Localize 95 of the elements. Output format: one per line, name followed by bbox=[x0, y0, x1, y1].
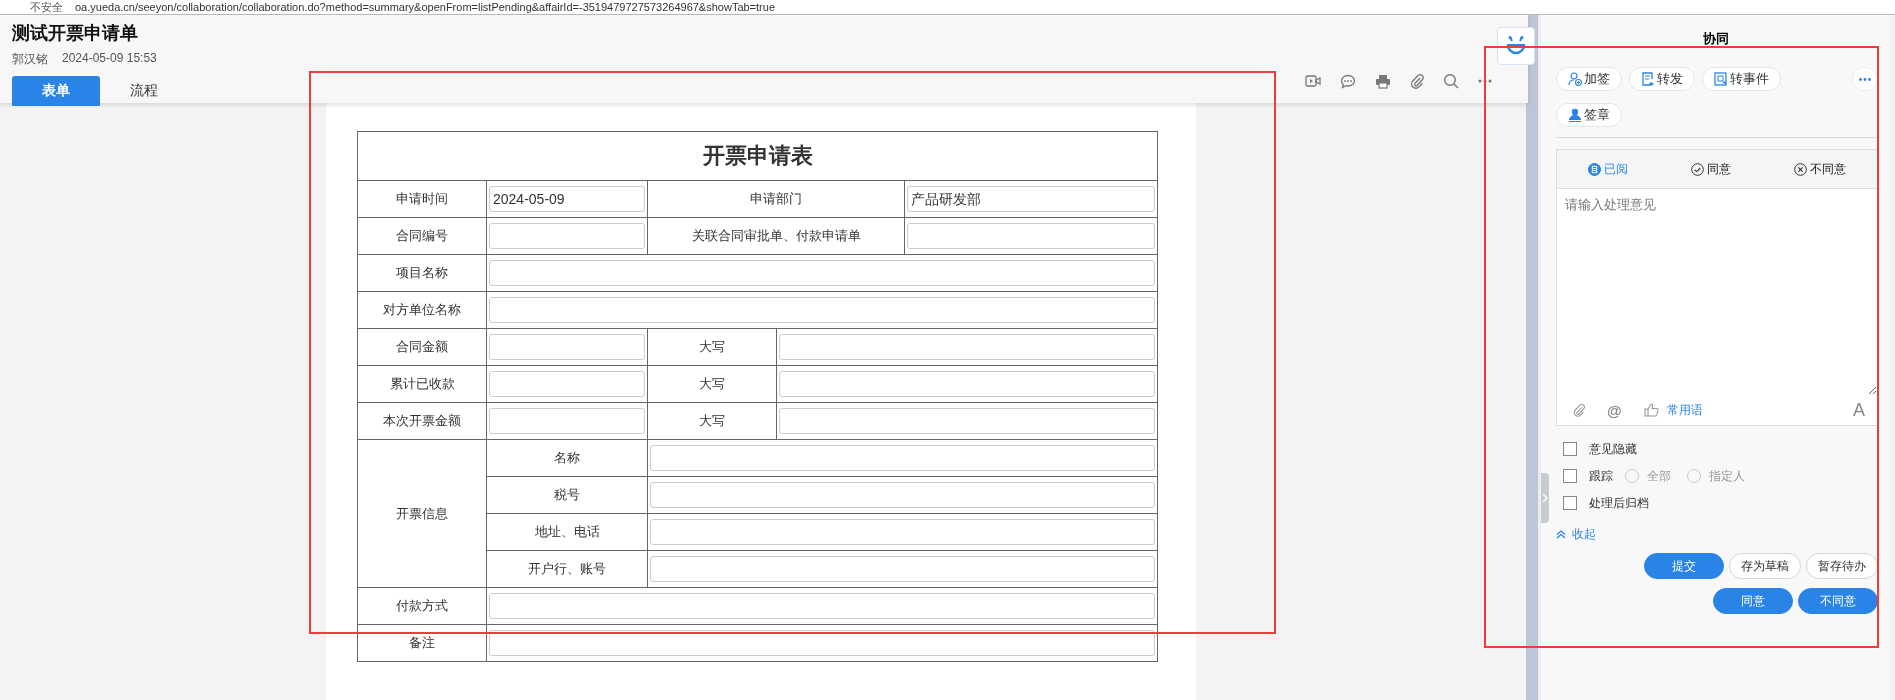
checkbox-label: 跟踪 bbox=[1589, 467, 1613, 485]
field-label: 合同金额 bbox=[357, 328, 487, 366]
input-field[interactable]: 2024-05-09 bbox=[489, 186, 645, 212]
action-button[interactable]: 不同意 bbox=[1798, 588, 1878, 614]
user-icon bbox=[1568, 108, 1582, 122]
paperclip-icon[interactable] bbox=[1573, 403, 1585, 417]
field-label: 申请时间 bbox=[357, 180, 487, 218]
more-icon[interactable] bbox=[1478, 79, 1492, 83]
input-field[interactable] bbox=[489, 223, 645, 249]
input-field[interactable] bbox=[489, 260, 1155, 286]
input-field[interactable] bbox=[489, 297, 1155, 323]
field-label: 地址、电话 bbox=[486, 513, 648, 551]
input-field[interactable] bbox=[650, 482, 1155, 508]
field-label: 大写 bbox=[647, 328, 777, 366]
collapse-link[interactable]: 收起 bbox=[1556, 526, 1596, 543]
action-button[interactable]: 暂存待办 bbox=[1806, 553, 1878, 579]
action-button[interactable]: 转事件 bbox=[1702, 67, 1781, 91]
form-title: 开票申请表 bbox=[357, 131, 1158, 181]
check-circle-icon bbox=[1691, 162, 1704, 176]
phrases-link[interactable]: 常用语 bbox=[1666, 401, 1703, 419]
input-field[interactable] bbox=[779, 371, 1155, 397]
checkbox[interactable] bbox=[1563, 496, 1577, 510]
document-link-icon bbox=[1714, 72, 1728, 86]
action-button[interactable]: 同意 bbox=[1713, 588, 1793, 614]
field-label: 申请部门 bbox=[647, 180, 905, 218]
scrollbar[interactable] bbox=[1526, 15, 1538, 700]
field-label: 大写 bbox=[647, 365, 777, 403]
address-bar[interactable]: 不安全 oa.yueda.cn/seeyon/collaboration/collaboration.do?method=summary&openFrom=listPending&affairId=-3519479727573264967&showTab=true bbox=[0, 0, 1895, 15]
tab[interactable]: 流程 bbox=[100, 76, 188, 106]
radio-label: 全部 bbox=[1647, 467, 1671, 485]
checkbox-label: 意见隐藏 bbox=[1589, 440, 1637, 458]
search-icon[interactable] bbox=[1443, 73, 1459, 89]
security-label: 不安全 bbox=[30, 1, 63, 13]
url-text: oa.yueda.cn/seeyon/collaboration/collaboration.do?method=summary&openFrom=listPending&affairId=-3519479727573264967&showTab=true bbox=[75, 1, 775, 13]
document-circle-icon bbox=[1588, 162, 1602, 176]
user-plus-icon bbox=[1568, 72, 1582, 86]
input-field[interactable] bbox=[650, 556, 1155, 582]
field-label: 合同编号 bbox=[357, 217, 487, 255]
author-name: 郭汉铭 bbox=[12, 51, 48, 68]
assistant-button[interactable] bbox=[1497, 27, 1535, 65]
input-field[interactable] bbox=[907, 223, 1155, 249]
document-title: 测试开票申请单 bbox=[12, 22, 139, 45]
field-label: 大写 bbox=[647, 402, 777, 440]
double-chevron-up-icon bbox=[1556, 530, 1566, 539]
field-label: 付款方式 bbox=[357, 587, 487, 625]
input-field[interactable] bbox=[489, 630, 1155, 656]
tab[interactable]: 表单 bbox=[12, 76, 100, 106]
action-button[interactable]: 签章 bbox=[1556, 103, 1622, 127]
field-label: 本次开票金额 bbox=[357, 402, 487, 440]
field-label: 项目名称 bbox=[357, 254, 487, 292]
input-field[interactable] bbox=[650, 445, 1155, 471]
input-field[interactable] bbox=[489, 408, 645, 434]
action-button[interactable]: 加签 bbox=[1556, 67, 1622, 91]
field-label: 开票信息 bbox=[357, 439, 487, 588]
field-label: 开户行、账号 bbox=[486, 550, 648, 588]
panel-title: 协同 bbox=[1702, 30, 1730, 48]
field-label: 对方单位名称 bbox=[357, 291, 487, 329]
timestamp: 2024-05-09 15:53 bbox=[62, 51, 157, 67]
panel-toggle[interactable] bbox=[1541, 473, 1549, 523]
input-field[interactable]: 产品研发部 bbox=[907, 186, 1155, 212]
opinion-option[interactable]: 同意 bbox=[1685, 159, 1737, 179]
checkbox-label: 处理后归档 bbox=[1589, 494, 1649, 512]
font-button[interactable]: A bbox=[1853, 399, 1865, 421]
field-label: 关联合同审批单、付款申请单 bbox=[647, 217, 905, 255]
input-field[interactable] bbox=[779, 334, 1155, 360]
field-label: 税号 bbox=[486, 476, 648, 514]
input-field[interactable] bbox=[779, 408, 1155, 434]
more-icon bbox=[1859, 77, 1871, 81]
thumbs-up-icon[interactable] bbox=[1643, 403, 1659, 417]
input-field[interactable] bbox=[489, 371, 645, 397]
opinion-option[interactable]: 已阅 bbox=[1582, 159, 1635, 179]
action-button[interactable]: 提交 bbox=[1644, 553, 1724, 579]
mention-button[interactable]: @ bbox=[1607, 401, 1622, 419]
field-label: 名称 bbox=[486, 439, 648, 477]
checkbox[interactable] bbox=[1563, 442, 1577, 456]
opinion-input[interactable]: 请输入处理意见 bbox=[1557, 189, 1877, 395]
opinion-option[interactable]: 不同意 bbox=[1787, 159, 1852, 179]
video-icon[interactable] bbox=[1305, 74, 1321, 88]
field-label: 备注 bbox=[357, 624, 487, 662]
action-button[interactable]: 转发 bbox=[1629, 67, 1695, 91]
comment-icon[interactable] bbox=[1340, 73, 1356, 89]
checkbox[interactable] bbox=[1563, 469, 1577, 483]
chevron-right-icon bbox=[1542, 493, 1548, 503]
cross-circle-icon bbox=[1793, 162, 1807, 176]
field-label: 累计已收款 bbox=[357, 365, 487, 403]
input-field[interactable] bbox=[489, 334, 645, 360]
robot-icon bbox=[1505, 36, 1527, 56]
paperclip-icon[interactable] bbox=[1410, 73, 1424, 89]
document-arrow-icon bbox=[1641, 72, 1655, 86]
input-field[interactable] bbox=[650, 519, 1155, 545]
print-icon[interactable] bbox=[1375, 73, 1391, 89]
input-field[interactable] bbox=[489, 593, 1155, 619]
more-button[interactable] bbox=[1852, 67, 1878, 91]
action-button[interactable]: 存为草稿 bbox=[1729, 553, 1801, 579]
radio-label: 指定人 bbox=[1709, 467, 1745, 485]
